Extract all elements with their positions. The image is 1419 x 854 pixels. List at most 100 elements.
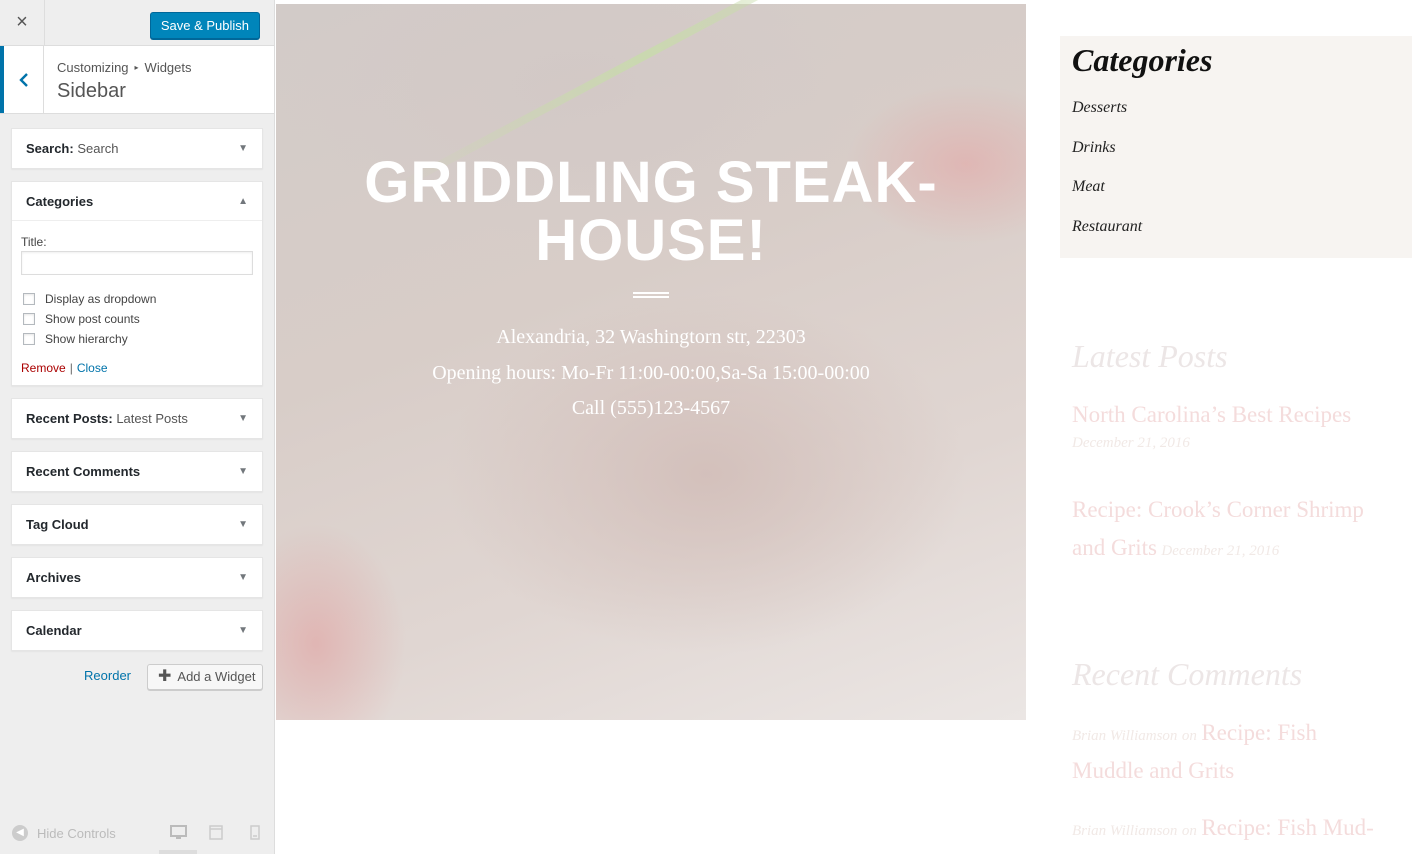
comment-author[interactable]: Brian Williamson	[1072, 728, 1177, 744]
close-customizer-icon[interactable]: ×	[0, 0, 45, 45]
back-arrow-icon[interactable]	[0, 46, 44, 113]
option-dropdown[interactable]: Display as dropdown	[21, 289, 253, 309]
close-link[interactable]: Close	[77, 361, 108, 375]
widget-recent-comments-label: Recent Comments	[26, 464, 141, 479]
section-header: Customizing ▸ Widgets Sidebar	[0, 46, 274, 114]
widget-calendar-label: Calendar	[26, 623, 82, 638]
widget-tag-cloud: Tag Cloud ▼	[11, 504, 263, 545]
comment-post-link[interactable]: Recipe: Fish Mud-	[1201, 815, 1374, 840]
remove-link[interactable]: Remove	[21, 361, 66, 375]
tablet-preview-icon[interactable]	[207, 823, 225, 841]
hide-controls-button[interactable]: ◀ Hide Controls	[12, 825, 116, 841]
categories-title: Categories	[1072, 42, 1213, 78]
widget-search-label: Search:	[26, 141, 74, 156]
widget-recent-posts-sub: Latest Posts	[116, 411, 188, 426]
widget-recent-posts-toggle[interactable]: Recent Posts: Latest Posts ▼	[12, 399, 262, 438]
hero-title-line-1: GRIDDLING STEAK-	[364, 150, 938, 215]
widget-search-toggle[interactable]: Search: Search ▼	[12, 129, 262, 168]
widget-categories-toggle[interactable]: Categories ▲	[12, 182, 262, 221]
post-counts-checkbox[interactable]	[23, 313, 35, 325]
expand-arrow-icon: ▼	[238, 143, 248, 154]
widget-search: Search: Search ▼	[11, 128, 263, 169]
breadcrumb-separator: ▸	[134, 63, 139, 72]
add-widget-label: Add a Widget	[177, 669, 256, 684]
widget-calendar-toggle[interactable]: Calendar ▼	[12, 611, 262, 650]
breadcrumb-root: Customizing	[57, 60, 129, 75]
customizer-header: × Save & Publish	[0, 0, 274, 46]
expand-arrow-icon: ▼	[238, 466, 248, 477]
expand-arrow-icon: ▼	[238, 572, 248, 583]
widget-actions: Reorder ✚ Add a Widget	[11, 664, 263, 690]
widget-recent-comments: Recent Comments ▼	[11, 451, 263, 492]
customizer-footer: ◀ Hide Controls	[0, 809, 274, 854]
save-publish-button[interactable]: Save & Publish	[149, 12, 260, 39]
expand-arrow-icon: ▼	[238, 413, 248, 424]
section-title: Sidebar	[57, 80, 126, 102]
hero-phone: Call (555)123-4567	[571, 397, 731, 419]
title-label: Title:	[21, 235, 47, 249]
widget-categories: Categories ▲ Title: Display as dropdown …	[11, 181, 263, 386]
widget-archives-toggle[interactable]: Archives ▼	[12, 558, 262, 597]
categories-widget-preview: Categories Desserts Drinks Meat Restaura…	[1060, 36, 1412, 258]
dropdown-checkbox[interactable]	[23, 293, 35, 305]
comment-item: Brian Williamson on Recipe: Fish Muddle …	[1072, 714, 1392, 790]
post-date: December 21, 2016	[1161, 543, 1280, 559]
post-item: Recipe: Crook’s Corner Shrimp and Grits …	[1072, 491, 1392, 567]
reorder-link[interactable]: Reorder	[84, 668, 131, 683]
hierarchy-option-label: Show hierarchy	[45, 332, 128, 346]
category-link[interactable]: Desserts	[1072, 99, 1400, 139]
option-post-counts[interactable]: Show post counts	[21, 309, 253, 329]
category-link[interactable]: Meat	[1072, 178, 1400, 218]
dropdown-option-label: Display as dropdown	[45, 292, 157, 306]
widget-archives-label: Archives	[26, 570, 81, 585]
post-link[interactable]: North Carolina’s Best Recipes	[1072, 402, 1351, 427]
widget-recent-comments-toggle[interactable]: Recent Comments ▼	[12, 452, 262, 491]
recent-comments-title: Recent Comments	[1072, 656, 1303, 692]
widget-search-sub: Search	[77, 141, 119, 156]
desktop-preview-icon[interactable]	[169, 823, 187, 841]
link-separator: |	[69, 361, 73, 375]
mobile-preview-icon[interactable]	[246, 823, 264, 841]
widget-archives: Archives ▼	[11, 557, 263, 598]
collapse-circle-icon: ◀	[12, 825, 28, 841]
post-item: North Carolina’s Best Recipes December 2…	[1072, 396, 1392, 452]
post-date: December 21, 2016	[1072, 435, 1190, 451]
expand-arrow-icon: ▼	[238, 625, 248, 636]
hero-address: Alexandria, 32 Washingtorn str, 22303	[496, 326, 806, 348]
breadcrumb-leaf: Widgets	[144, 60, 192, 75]
collapse-arrow-icon: ▲	[238, 195, 248, 207]
plus-icon: ✚	[158, 668, 172, 685]
widget-recent-posts: Recent Posts: Latest Posts ▼	[11, 398, 263, 439]
widget-tag-cloud-toggle[interactable]: Tag Cloud ▼	[12, 505, 262, 544]
comment-on: on	[1181, 728, 1197, 744]
comment-author[interactable]: Brian Williamson	[1072, 823, 1177, 839]
widget-categories-label: Categories	[26, 193, 94, 209]
widget-calendar: Calendar ▼	[11, 610, 263, 651]
hide-controls-label: Hide Controls	[37, 825, 116, 841]
expand-arrow-icon: ▼	[238, 519, 248, 530]
site-preview: GRIDDLING STEAK- HOUSE! Alexandria, 32 W…	[275, 0, 1419, 854]
widget-categories-form: Title: Display as dropdown Show post cou…	[12, 221, 262, 385]
preview-sidebar: Categories Desserts Drinks Meat Restaura…	[1060, 36, 1412, 840]
comment-item: Brian Williamson on Recipe: Fish Mud-	[1072, 809, 1392, 847]
widget-control-links: Remove | Close	[21, 361, 253, 375]
widget-list: Search: Search ▼ Categories ▲ Title: Dis…	[11, 128, 263, 663]
hero-hours: Opening hours: Mo-Fr 11:00-00:00,Sa-Sa 1…	[432, 362, 870, 384]
comment-on: on	[1181, 823, 1197, 839]
title-input[interactable]	[21, 251, 253, 275]
customizer-panel: × Save & Publish Customizing ▸ Widgets Sid…	[0, 0, 275, 854]
post-counts-option-label: Show post counts	[45, 312, 140, 326]
breadcrumb: Customizing ▸ Widgets	[57, 60, 192, 75]
hero-banner: GRIDDLING STEAK- HOUSE! Alexandria, 32 W…	[276, 0, 1026, 720]
add-widget-button[interactable]: ✚ Add a Widget	[147, 664, 263, 690]
hierarchy-checkbox[interactable]	[23, 333, 35, 345]
latest-posts-title: Latest Posts	[1072, 338, 1228, 374]
hero-title: GRIDDLING STEAK- HOUSE!	[276, 154, 1026, 270]
widget-tag-cloud-label: Tag Cloud	[26, 517, 89, 532]
category-link[interactable]: Restaurant	[1072, 218, 1400, 258]
hero-divider	[633, 292, 669, 298]
active-device-indicator	[159, 850, 197, 854]
hero-title-line-2: HOUSE!	[535, 208, 767, 273]
option-hierarchy[interactable]: Show hierarchy	[21, 329, 253, 349]
category-link[interactable]: Drinks	[1072, 139, 1400, 179]
